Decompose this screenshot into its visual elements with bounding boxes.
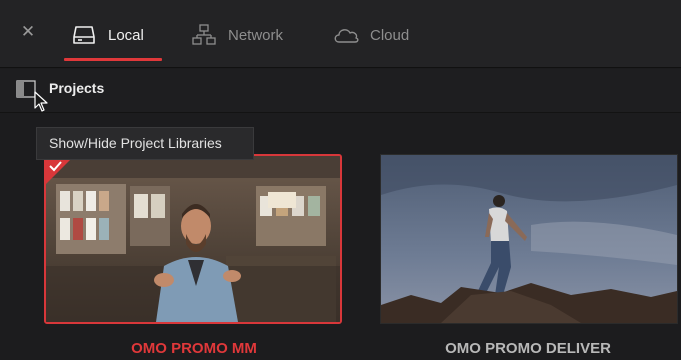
active-tab-indicator xyxy=(64,58,162,61)
tab-local-label: Local xyxy=(108,26,144,44)
network-icon xyxy=(190,24,218,46)
tab-cloud-label: Cloud xyxy=(370,26,410,44)
project-thumbnail xyxy=(381,155,677,323)
project-card-omo-promo-mm[interactable] xyxy=(44,154,342,324)
projects-title: Projects xyxy=(49,80,105,96)
project-card-omo-promo-deliver[interactable] xyxy=(380,154,678,324)
cloud-icon xyxy=(332,24,360,46)
tooltip: Show/Hide Project Libraries xyxy=(36,127,254,160)
project-title-1[interactable]: OMO PROMO MM xyxy=(44,340,344,357)
tab-cloud[interactable]: Cloud xyxy=(332,22,409,48)
tab-network[interactable]: Network xyxy=(190,22,283,48)
project-title-2[interactable]: OMO PROMO DELIVER xyxy=(378,340,678,357)
close-icon[interactable]: ✕ xyxy=(20,23,36,40)
project-thumbnail xyxy=(46,156,340,322)
hard-drive-icon xyxy=(70,24,98,46)
tab-local[interactable]: Local xyxy=(70,22,144,48)
sidebar-toggle-icon[interactable] xyxy=(16,80,36,98)
mouse-pointer-icon xyxy=(34,91,50,113)
selected-flag-icon xyxy=(46,156,74,184)
tab-network-label: Network xyxy=(228,26,284,44)
